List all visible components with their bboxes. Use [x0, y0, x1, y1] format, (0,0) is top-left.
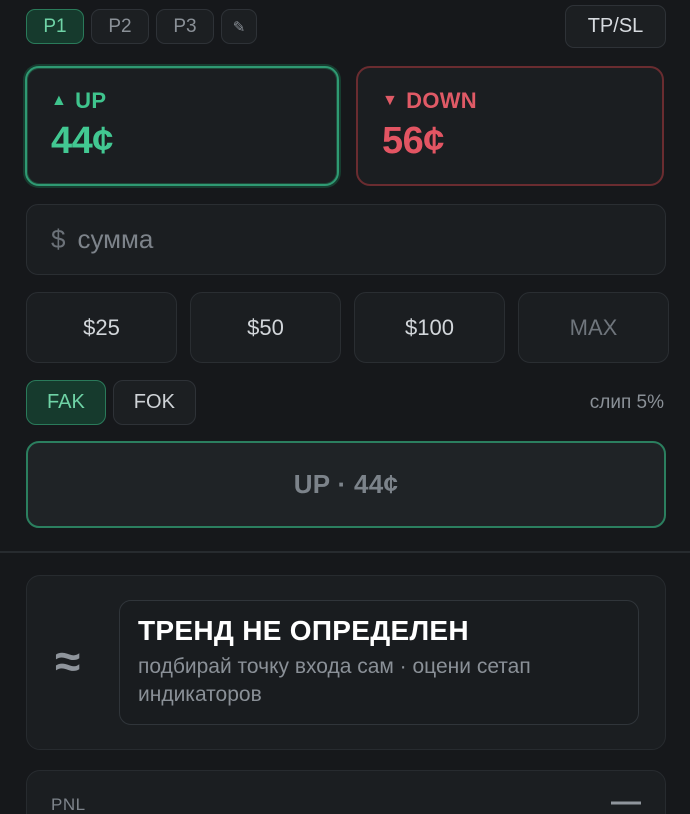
trend-message: ТРЕНД НЕ ОПРЕДЕЛЕН подбирай точку входа …: [119, 600, 639, 725]
pnl-card: PNL —: [26, 770, 666, 814]
order-type-toggle: FAK FOK: [26, 380, 196, 425]
preset-tab-p1[interactable]: P1: [26, 9, 84, 44]
down-outcome-card[interactable]: ▼ DOWN 56¢: [356, 66, 664, 186]
tpsl-button[interactable]: TP/SL: [565, 5, 666, 48]
trade-panel: P1 P2 P3 ✎ TP/SL ▲ UP 44¢ ▼ DOWN 56¢ $ $…: [0, 0, 690, 814]
quick-amounts: $25 $50 $100 MAX: [26, 292, 669, 363]
quick-amount-100-button[interactable]: $100: [354, 292, 505, 363]
approx-icon: ≈: [55, 635, 81, 687]
quick-amount-max-button[interactable]: MAX: [518, 292, 669, 363]
quick-amount-50-button[interactable]: $50: [190, 292, 341, 363]
up-label: ▲ UP: [51, 88, 337, 114]
up-label-text: UP: [75, 88, 107, 113]
up-price: 44¢: [51, 120, 113, 162]
preset-tab-p2[interactable]: P2: [91, 9, 149, 44]
order-type-fok[interactable]: FOK: [112, 380, 196, 425]
trend-card: ≈ ТРЕНД НЕ ОПРЕДЕЛЕН подбирай точку вход…: [26, 575, 666, 750]
up-outcome-card[interactable]: ▲ UP 44¢: [25, 66, 339, 186]
amount-field[interactable]: $: [26, 204, 666, 275]
dollar-icon: $: [51, 224, 66, 254]
submit-order-button[interactable]: UP · 44¢: [26, 441, 666, 528]
trend-title: ТРЕНД НЕ ОПРЕДЕЛЕН: [138, 615, 469, 646]
triangle-up-icon: ▲: [51, 92, 68, 109]
preset-tab-p3[interactable]: P3: [156, 9, 214, 44]
down-label-text: DOWN: [406, 88, 477, 113]
down-label: ▼ DOWN: [382, 88, 662, 114]
section-divider: [0, 551, 690, 553]
amount-input[interactable]: [77, 224, 638, 255]
edit-presets-icon[interactable]: ✎: [221, 9, 257, 44]
order-type-fak[interactable]: FAK: [26, 380, 106, 425]
trend-subtitle: подбирай точку входа сам · оцени сетап и…: [138, 655, 531, 706]
slippage-label: слип 5%: [589, 392, 664, 413]
pnl-value: —: [611, 785, 641, 814]
preset-tabs: P1 P2 P3 ✎: [26, 9, 257, 44]
pnl-label: PNL: [51, 795, 86, 814]
quick-amount-25-button[interactable]: $25: [26, 292, 177, 363]
down-price: 56¢: [382, 120, 444, 162]
triangle-down-icon: ▼: [382, 92, 399, 109]
